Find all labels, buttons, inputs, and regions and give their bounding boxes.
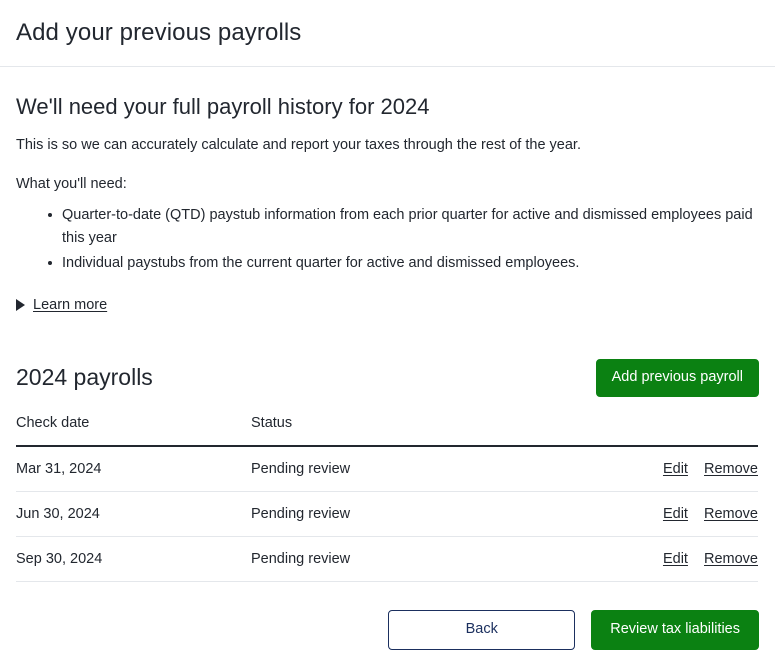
remove-link[interactable]: Remove [704, 461, 758, 477]
column-header-actions [636, 415, 758, 448]
cell-status: Pending review [251, 446, 636, 493]
cell-status: Pending review [251, 491, 636, 538]
cell-actions: Edit Remove [636, 491, 758, 538]
disclosure-triangle-collapsed-icon [16, 299, 25, 312]
table-header-row: Check date Status [16, 415, 758, 448]
cell-check-date: Sep 30, 2024 [16, 536, 251, 583]
payrolls-table: Check date Status Mar 31, 2024 Pending r… [16, 415, 758, 583]
footer-actions: Back Review tax liabilities [0, 609, 775, 650]
cell-check-date: Jun 30, 2024 [16, 491, 251, 538]
add-previous-payroll-button[interactable]: Add previous payroll [595, 359, 759, 398]
table-row: Sep 30, 2024 Pending review Edit Remove [16, 536, 758, 583]
column-header-status: Status [251, 415, 636, 448]
cell-actions: Edit Remove [636, 446, 758, 493]
requirements-list: Quarter-to-date (QTD) paystub informatio… [16, 204, 759, 275]
page-title: Add your previous payrolls [16, 18, 302, 46]
edit-link[interactable]: Edit [663, 461, 688, 477]
cell-actions: Edit Remove [636, 536, 758, 583]
table-row: Mar 31, 2024 Pending review Edit Remove [16, 446, 758, 493]
edit-link[interactable]: Edit [663, 506, 688, 522]
table-row: Jun 30, 2024 Pending review Edit Remove [16, 491, 758, 538]
payrolls-section-title: 2024 payrolls [16, 364, 153, 391]
back-button[interactable]: Back [388, 609, 576, 650]
intro-heading: We'll need your full payroll history for… [16, 94, 430, 119]
learn-more-label: Learn more [33, 297, 108, 314]
requirements-label: What you'll need: [16, 175, 127, 192]
main-content: We'll need your full payroll history for… [0, 93, 775, 583]
cell-status: Pending review [251, 536, 636, 583]
page-header: Add your previous payrolls [0, 0, 775, 67]
payrolls-section-header: 2024 payrolls Add previous payroll [16, 359, 759, 398]
review-tax-liabilities-button[interactable]: Review tax liabilities [591, 609, 759, 650]
remove-link[interactable]: Remove [704, 551, 758, 567]
list-item: Individual paystubs from the current qua… [48, 252, 759, 275]
column-header-check-date: Check date [16, 415, 251, 448]
edit-link[interactable]: Edit [663, 551, 688, 567]
intro-lead-text: This is so we can accurately calculate a… [16, 136, 581, 153]
remove-link[interactable]: Remove [704, 506, 758, 522]
learn-more-disclosure[interactable]: Learn more [16, 297, 107, 313]
cell-check-date: Mar 31, 2024 [16, 446, 251, 493]
list-item: Quarter-to-date (QTD) paystub informatio… [48, 204, 759, 251]
